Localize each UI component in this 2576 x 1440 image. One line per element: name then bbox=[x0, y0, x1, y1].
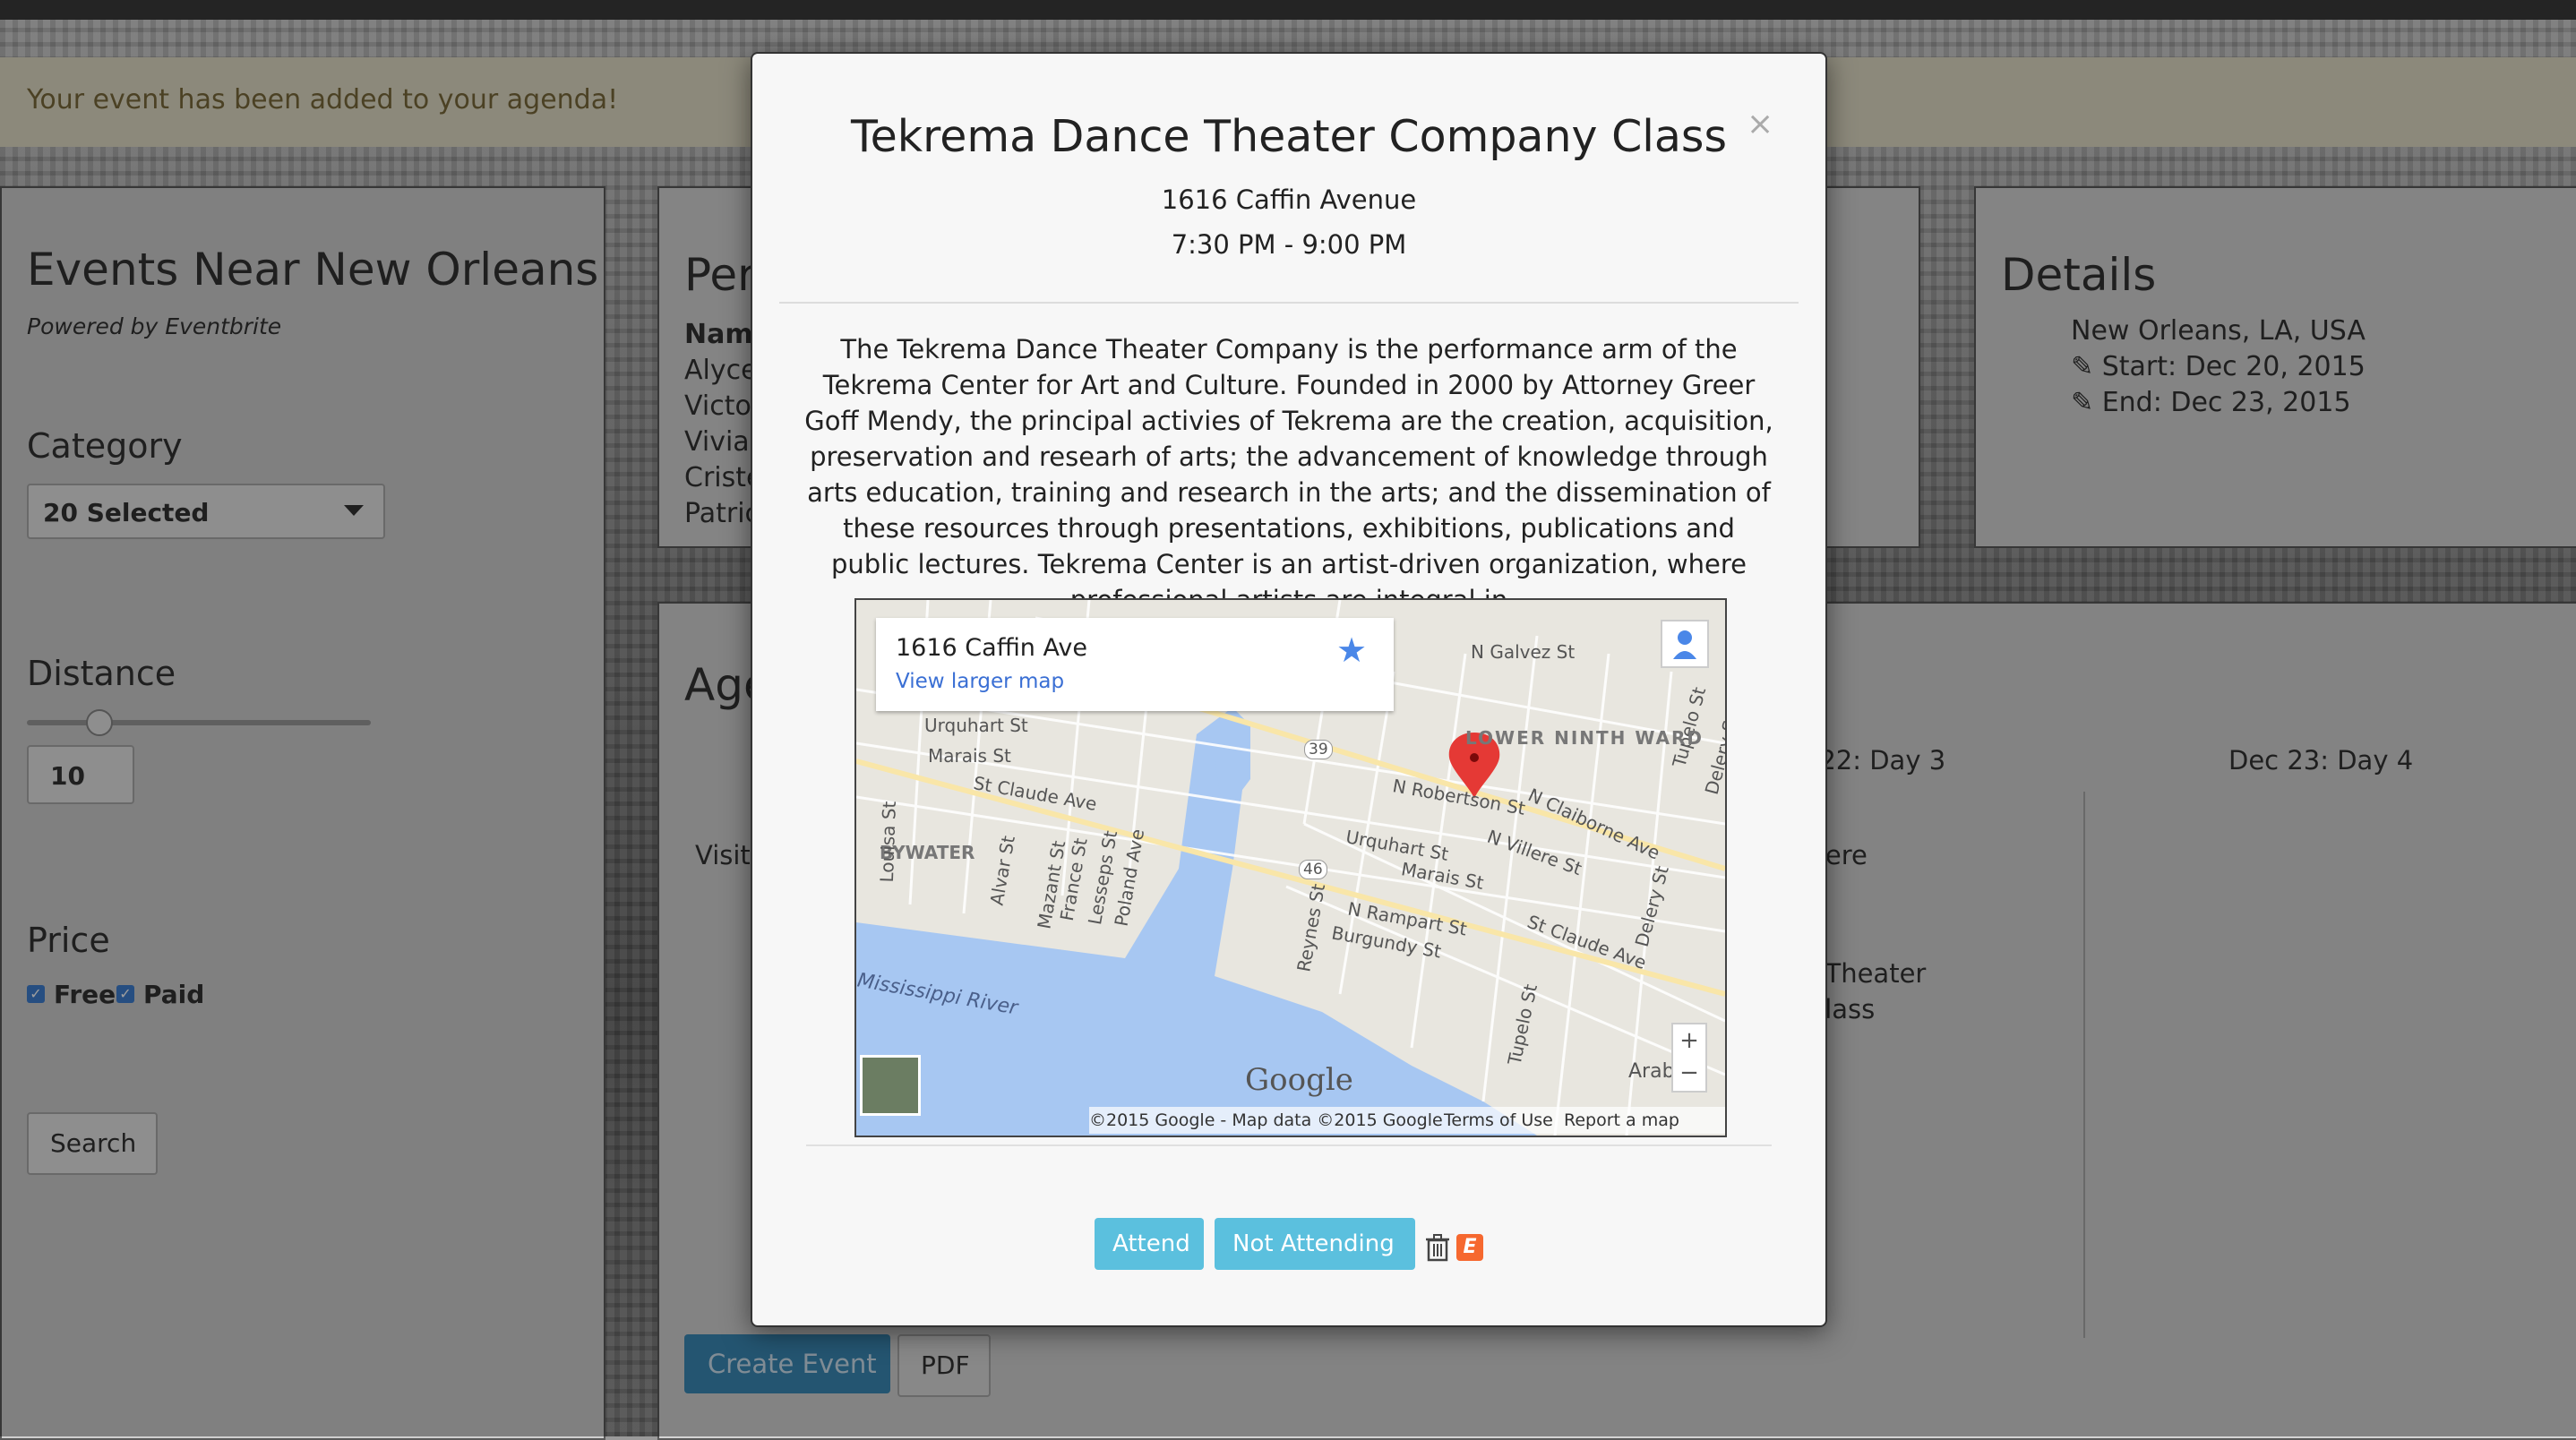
street-label: N Galvez St bbox=[1471, 641, 1576, 663]
divider bbox=[806, 1144, 1772, 1146]
street-label: Louisa St bbox=[875, 801, 900, 883]
not-attending-button[interactable]: Not Attending bbox=[1215, 1218, 1415, 1270]
modal-title: Tekrema Dance Theater Company Class bbox=[851, 111, 1727, 162]
zoom-in-button[interactable]: + bbox=[1673, 1024, 1705, 1057]
route-shield: 46 bbox=[1299, 860, 1327, 879]
street-label: Marais St bbox=[928, 745, 1011, 767]
satellite-toggle[interactable] bbox=[860, 1055, 921, 1116]
trash-icon[interactable] bbox=[1422, 1232, 1453, 1263]
event-map[interactable]: N Galvez St Tupelo St Delery St Urquhart… bbox=[854, 598, 1727, 1137]
eventbrite-icon[interactable]: E bbox=[1456, 1234, 1483, 1261]
event-description: The Tekrema Dance Theater Company is the… bbox=[804, 334, 1773, 615]
attend-label: Attend bbox=[1112, 1230, 1190, 1257]
event-address: 1616 Caffin Avenue bbox=[1161, 184, 1417, 215]
route-shield: 39 bbox=[1304, 740, 1333, 759]
zoom-control: + − bbox=[1671, 1023, 1707, 1093]
report-link[interactable]: Report a map error bbox=[1564, 1110, 1725, 1136]
neighborhood-label: LOWER NINTH WARD bbox=[1465, 727, 1704, 749]
view-larger-map-link[interactable]: View larger map bbox=[896, 670, 1064, 693]
map-info-card: 1616 Caffin Ave View larger map ★ bbox=[876, 618, 1394, 711]
attend-button[interactable]: Attend bbox=[1095, 1218, 1204, 1270]
pin-center bbox=[1470, 753, 1479, 762]
map-copyright: ©2015 Google - Map data ©2015 Google bbox=[1089, 1110, 1443, 1130]
event-time: 7:30 PM - 9:00 PM bbox=[1171, 229, 1407, 260]
zoom-out-button[interactable]: − bbox=[1673, 1057, 1705, 1089]
street-label: Urquhart St bbox=[924, 715, 1028, 736]
map-card-address: 1616 Caffin Ave bbox=[896, 634, 1087, 662]
map-footer: ©2015 Google - Map data ©2015 Google Ter… bbox=[1089, 1107, 1725, 1136]
event-modal: Tekrema Dance Theater Company Class × 16… bbox=[751, 52, 1827, 1327]
star-icon[interactable]: ★ bbox=[1336, 630, 1367, 670]
terms-link[interactable]: Terms of Use bbox=[1444, 1110, 1553, 1130]
close-icon[interactable]: × bbox=[1747, 106, 1773, 142]
street-view-icon[interactable] bbox=[1661, 620, 1709, 668]
google-logo: Google bbox=[1245, 1062, 1353, 1098]
divider bbox=[779, 302, 1799, 304]
not-attending-label: Not Attending bbox=[1232, 1230, 1395, 1257]
